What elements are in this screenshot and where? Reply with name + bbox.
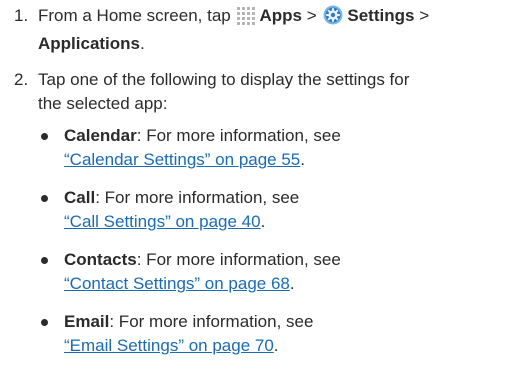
settings-label: Settings: [347, 6, 415, 25]
item-name: Contacts: [64, 250, 137, 269]
step-1-text: From a Home screen, tap Apps > Settings …: [38, 4, 508, 56]
list-item-calendar: Calendar: For more information, see “Cal…: [38, 124, 508, 172]
period: .: [260, 212, 266, 231]
email-settings-link[interactable]: “Email Settings” on page 70: [64, 336, 274, 355]
settings-gear-icon: [323, 5, 343, 32]
applications-label: Applications: [38, 34, 141, 53]
period: .: [273, 336, 279, 355]
item-desc: : For more information, see: [136, 126, 341, 145]
item-name: Call: [64, 188, 96, 207]
app-list: Calendar: For more information, see “Cal…: [38, 124, 508, 372]
apps-label: Apps: [259, 6, 302, 25]
step-1-prefix: From a Home screen, tap: [38, 6, 231, 25]
item-desc: : For more information, see: [136, 250, 341, 269]
bullet-icon: [41, 257, 48, 264]
item-name: Email: [64, 312, 110, 331]
separator: >: [306, 6, 317, 25]
bullet-icon: [41, 319, 48, 326]
item-desc: : For more information, see: [109, 312, 314, 331]
call-settings-link[interactable]: “Call Settings” on page 40: [64, 212, 261, 231]
calendar-settings-link[interactable]: “Calendar Settings” on page 55: [64, 150, 300, 169]
apps-grid-icon: [237, 7, 256, 32]
contact-settings-link[interactable]: “Contact Settings” on page 68: [64, 274, 290, 293]
list-item-contacts: Contacts: For more information, see “Con…: [38, 248, 508, 296]
list-item-email: Email: For more information, see “Email …: [38, 310, 508, 358]
bullet-icon: [41, 133, 48, 140]
period: .: [140, 34, 145, 53]
step-number: 2.: [14, 70, 29, 89]
period: .: [300, 150, 305, 169]
document-page: 1. From a Home screen, tap Apps > Settin…: [0, 0, 511, 373]
step-2-text: Tap one of the following to display the …: [38, 68, 508, 116]
step-2-line-2: the selected app:: [38, 94, 168, 113]
item-name: Calendar: [64, 126, 137, 145]
step-number: 1.: [14, 6, 29, 25]
period: .: [289, 274, 295, 293]
step-2-line-1: Tap one of the following to display the …: [38, 70, 410, 89]
list-item-call: Call: For more information, see “Call Se…: [38, 186, 508, 234]
item-desc: : For more information, see: [95, 188, 300, 207]
bullet-icon: [41, 195, 48, 202]
separator: >: [419, 6, 430, 25]
